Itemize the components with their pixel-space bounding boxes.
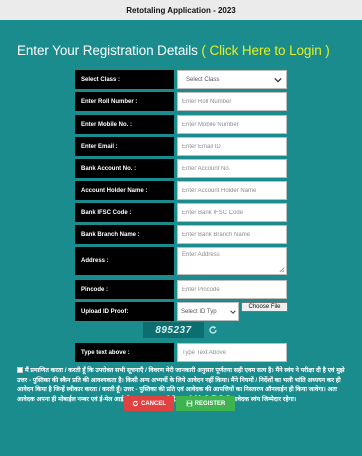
upload-id-label: Upload ID Proof: (75, 302, 174, 321)
type-text-row: Type text above : (75, 343, 287, 362)
cancel-button[interactable]: CANCEL (124, 396, 174, 411)
heading-close-paren: ) (325, 43, 330, 58)
window-title-bar: Retotaling Application - 2023 (0, 0, 362, 20)
page-heading: Enter Your Registration Details ( Click … (17, 43, 357, 58)
email-row: Enter Email : (75, 137, 287, 156)
ifsc-label: Bank IFSC Code : (75, 203, 174, 222)
heading-open-paren: ( (201, 43, 206, 58)
address-row: Address : Enter Address (75, 247, 287, 275)
ifsc-row: Bank IFSC Code : (75, 203, 287, 222)
branch-input[interactable] (177, 225, 287, 244)
choose-file-button[interactable]: Choose File (241, 302, 288, 312)
upload-id-row: Upload ID Proof: Select ID Typ Choose Fi… (75, 302, 289, 321)
resize-grip-icon[interactable] (278, 266, 285, 273)
declaration-checkbox[interactable] (17, 367, 23, 374)
email-label: Enter Email : (75, 137, 174, 156)
refresh-icon[interactable] (208, 325, 218, 335)
save-icon (186, 400, 192, 407)
register-button[interactable]: REGISTER (176, 396, 235, 411)
account-holder-input[interactable] (177, 181, 287, 200)
pincode-input[interactable] (177, 280, 287, 299)
roll-number-input[interactable] (177, 92, 287, 111)
ifsc-input[interactable] (177, 203, 287, 222)
select-class-row: Select Class : Select Class (75, 70, 287, 89)
refresh-icon (132, 400, 139, 407)
mobile-label: Enter Mobile No. : (75, 115, 174, 134)
pincode-row: Pincode : (75, 280, 287, 299)
type-text-label: Type text above : (75, 343, 174, 362)
mobile-row: Enter Mobile No. : (75, 115, 287, 134)
branch-label: Bank Branch Name : (75, 225, 174, 244)
bank-account-label: Bank Account No. : (75, 159, 174, 178)
address-label: Address : (75, 247, 174, 275)
address-textarea[interactable]: Enter Address (177, 247, 287, 275)
branch-row: Bank Branch Name : (75, 225, 287, 244)
select-class-label: Select Class : (75, 70, 174, 89)
address-placeholder: Enter Address (182, 252, 220, 258)
chevron-down-icon (230, 310, 236, 314)
roll-number-row: Enter Roll Number : (75, 92, 287, 111)
select-class-dropdown[interactable]: Select Class (177, 70, 287, 89)
window-title: Retotaling Application - 2023 (126, 5, 236, 15)
type-text-input[interactable] (177, 343, 287, 362)
bank-account-input[interactable] (177, 159, 287, 178)
select-class-value: Select Class (186, 76, 220, 83)
heading-text: Enter Your Registration Details (17, 43, 198, 58)
cancel-label: CANCEL (141, 400, 166, 407)
mobile-input[interactable] (177, 115, 287, 134)
register-label: REGISTER (194, 400, 226, 407)
email-input[interactable] (177, 137, 287, 156)
chevron-down-icon (274, 77, 282, 83)
roll-number-label: Enter Roll Number : (75, 92, 174, 111)
account-holder-label: Account Holder Name : (75, 181, 174, 200)
account-holder-row: Account Holder Name : (75, 181, 287, 200)
upload-id-controls: Select ID Typ Choose File (177, 302, 289, 321)
bank-account-row: Bank Account No. : (75, 159, 287, 178)
pincode-label: Pincode : (75, 280, 174, 299)
login-link[interactable]: Click Here to Login (209, 43, 321, 58)
id-type-value: Select ID Typ (181, 308, 217, 315)
id-type-select[interactable]: Select ID Typ (177, 302, 239, 321)
captcha-image: 895237 (143, 322, 204, 338)
